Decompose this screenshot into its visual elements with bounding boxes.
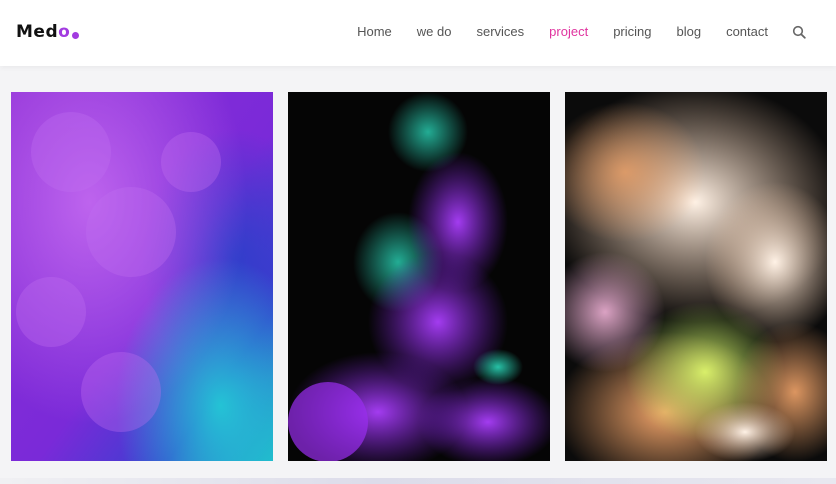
project-image-1[interactable] [11, 92, 273, 461]
project-image-3[interactable] [565, 92, 827, 461]
bottom-strip [0, 478, 836, 484]
project-image-2[interactable] [288, 92, 550, 461]
project-gallery [0, 0, 836, 484]
